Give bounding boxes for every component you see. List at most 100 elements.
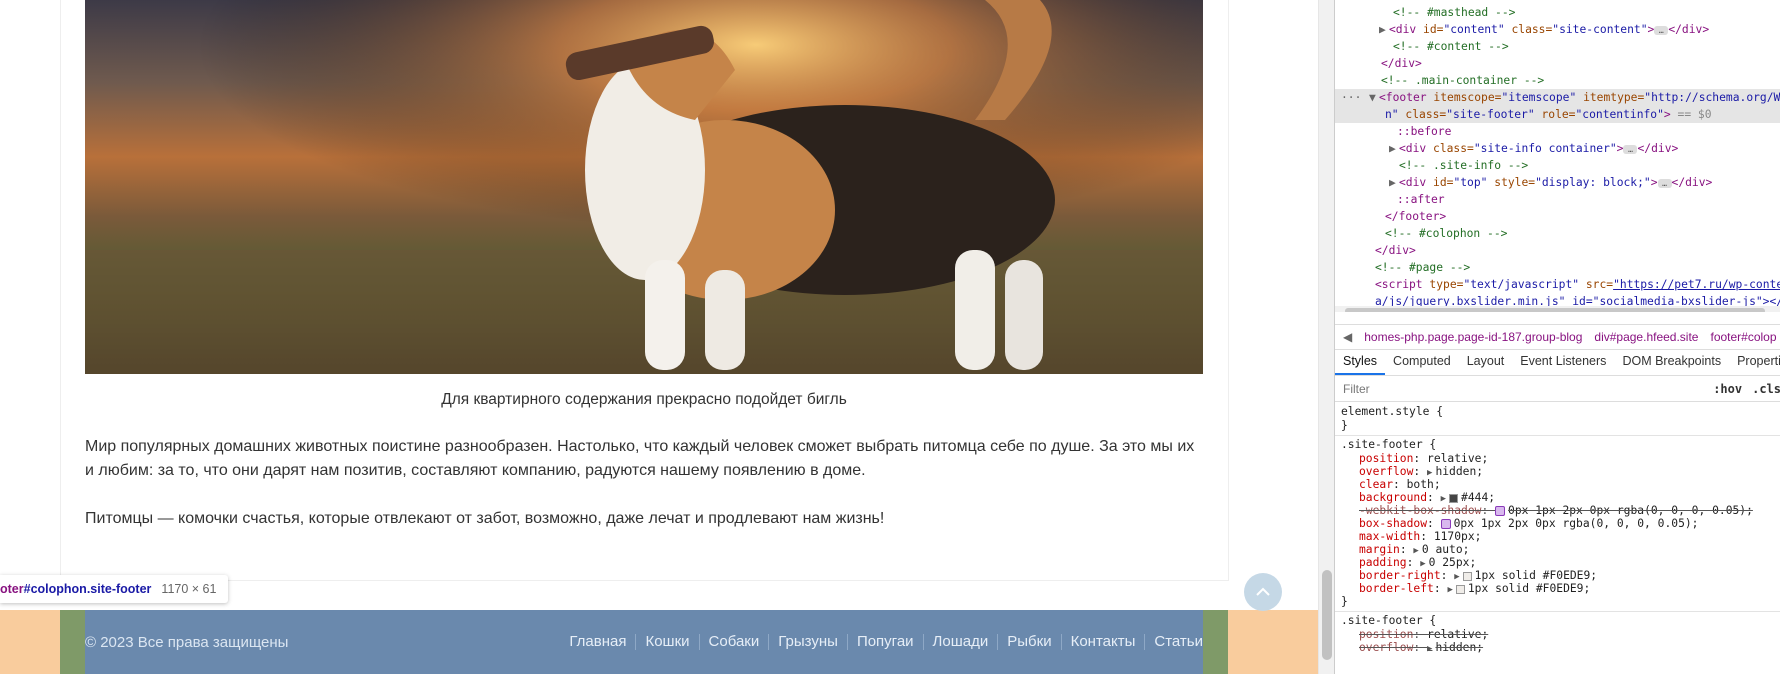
scroll-to-top-button[interactable] [1244,573,1282,611]
dom-node[interactable]: <!-- #masthead --> [1393,4,1515,21]
ellipsis-icon[interactable]: … [1654,25,1669,35]
dom-node[interactable]: <script type="text/javascript" src="http… [1375,276,1780,293]
site-footer: © 2023 Все права защищены Главная Кошки … [85,610,1203,674]
color-swatch-icon[interactable] [1449,493,1459,503]
breadcrumb-item[interactable]: homes-php.page.page-id-187.group-blog [1358,330,1588,344]
css-declaration[interactable]: position: relative; [1341,452,1488,466]
dom-node-selected[interactable]: ··· ▼ <footer itemscope="itemscope" itemty… [1335,89,1780,106]
ellipsis-icon[interactable]: … [1657,178,1672,188]
dom-tag: <div [1399,142,1427,155]
site-footer-selector-2[interactable]: .site-footer { [1341,614,1436,628]
dom-node[interactable]: ::after [1397,191,1445,208]
breadcrumb-left-arrow-icon[interactable]: ◀ [1335,330,1358,344]
dom-node[interactable]: <!-- .main-container --> [1381,72,1544,89]
tab-styles[interactable]: Styles [1335,350,1386,375]
page-scrollbar[interactable] [1318,0,1334,674]
dom-comment: <!-- .site-info --> [1399,159,1529,172]
css-prop: clear [1359,478,1394,491]
dom-node[interactable]: ::before [1397,123,1451,140]
tab-computed[interactable]: Computed [1385,350,1459,375]
dom-node[interactable]: </div> [1375,242,1416,259]
article-paragraph-2: Питомцы — комочки счастья, которые отвле… [85,510,885,527]
dom-node-selected-cont[interactable]: n" class="site-footer" role="contentinfo… [1335,106,1780,123]
footer-link-rodents[interactable]: Грызуны [768,634,847,650]
styles-filter-input[interactable]: Filter [1335,382,1713,396]
dom-node[interactable]: ▶ <div class="site-info container">… </div… [1389,140,1678,157]
element-style-selector[interactable]: element.style { [1341,405,1443,419]
breadcrumb-item[interactable]: div#page.hfeed.site [1588,330,1704,344]
css-declaration-overridden[interactable]: position: relative; [1341,628,1488,642]
css-declaration[interactable]: overflow: ▶ hidden; [1341,465,1483,479]
expand-triangle-icon[interactable]: ▶ [1447,585,1452,595]
footer-link-articles[interactable]: Статьи [1144,634,1203,650]
css-declaration[interactable]: box-shadow: 0px 1px 2px 0px rgba(0, 0, 0… [1341,517,1698,531]
dom-node[interactable]: ▶ <div id="top" style="display: block;">…… [1389,174,1712,191]
tab-event-listeners[interactable]: Event Listeners [1512,350,1614,375]
expand-triangle-icon[interactable]: ▶ [1454,572,1459,582]
expand-triangle-icon[interactable]: ▶ [1389,140,1399,157]
expand-triangle-icon[interactable]: ▶ [1427,644,1432,654]
page-viewport: Для квартирного содержания прекрасно под… [0,0,1318,674]
footer-link-horses[interactable]: Лошади [922,634,998,650]
shadow-editor-icon[interactable] [1440,519,1451,529]
breadcrumb-item-active[interactable]: footer#colop [1704,330,1780,344]
expand-triangle-icon[interactable]: ▶ [1413,546,1418,556]
footer-link-cats[interactable]: Кошки [635,634,698,650]
css-declaration[interactable]: max-width: 1170px; [1341,530,1481,544]
expand-triangle-icon[interactable]: ▶ [1441,494,1446,504]
css-declaration[interactable]: border-right: ▶ 1px solid #F0EDE9; [1341,569,1597,583]
dom-node[interactable]: </div> [1381,55,1422,72]
page-scrollbar-thumb[interactable] [1322,570,1332,660]
styles-pane: element.style { } .site-footer { positio… [1335,402,1780,674]
elements-hscrollbar-thumb[interactable] [1345,308,1765,312]
dom-node[interactable]: ▶ <div id="content" class="site-content">… [1379,21,1709,38]
dom-tag: > [1650,176,1658,189]
styles-panel-tabs: Styles Computed Layout Event Listeners D… [1335,350,1780,376]
dom-node[interactable]: <!-- #page --> [1375,259,1470,276]
tab-properties[interactable]: Properti [1729,350,1780,375]
hov-toggle[interactable]: :hov [1713,382,1752,396]
more-dots-icon[interactable]: ··· [1335,89,1369,106]
dom-tag: </footer> [1385,210,1447,223]
tooltip-class: .site-footer [86,582,152,596]
expand-triangle-icon[interactable]: ▶ [1389,174,1399,191]
footer-link-parrots[interactable]: Попугаи [846,634,923,650]
dom-node[interactable]: <!-- #content --> [1393,38,1509,55]
collapse-triangle-icon[interactable]: ▼ [1369,89,1379,106]
expand-triangle-icon[interactable]: ▶ [1420,559,1425,569]
margin-overlay-left [0,610,60,674]
beagle-illustration [85,0,1203,374]
expand-triangle-icon[interactable]: ▶ [1427,468,1432,478]
elements-hscrollbar[interactable] [1335,306,1780,312]
css-declaration-overridden[interactable]: -webkit-box-shadow: 0px 1px 2px 0px rgba… [1341,504,1753,518]
tab-layout[interactable]: Layout [1459,350,1513,375]
css-declaration[interactable]: background: ▶ #444; [1341,491,1495,505]
tab-dom-breakpoints[interactable]: DOM Breakpoints [1614,350,1729,375]
dom-tag: </div> [1668,23,1710,36]
css-declaration-overridden[interactable]: overflow: ▶ hidden; [1341,641,1483,655]
footer-menu: Главная Кошки Собаки Грызуны Попугаи Лош… [560,634,1203,650]
dom-attr-value: "itemscope" [1501,91,1577,104]
shadow-editor-icon[interactable] [1495,506,1506,516]
breadcrumb-tag: footer [1710,330,1742,344]
site-footer-selector[interactable]: .site-footer { [1341,438,1436,452]
dom-node[interactable]: </footer> [1385,208,1446,225]
expand-triangle-icon[interactable]: ▶ [1379,21,1389,38]
footer-link-dogs[interactable]: Собаки [698,634,769,650]
copyright-text: © 2023 Все права защищены [85,633,289,651]
cls-toggle[interactable]: .cls [1752,382,1780,396]
footer-link-home[interactable]: Главная [560,634,635,650]
css-declaration[interactable]: padding: ▶ 0 25px; [1341,556,1476,570]
footer-link-contacts[interactable]: Контакты [1060,634,1145,650]
dom-tag: <footer [1379,91,1427,104]
dom-node[interactable]: <!-- #colophon --> [1385,225,1507,242]
ellipsis-icon[interactable]: … [1623,144,1638,154]
css-declaration[interactable]: clear: both; [1341,478,1441,492]
css-declaration[interactable]: margin: ▶ 0 auto; [1341,543,1469,557]
color-swatch-icon[interactable] [1462,571,1472,581]
color-swatch-icon[interactable] [1455,584,1465,594]
footer-link-fish[interactable]: Рыбки [997,634,1060,650]
dom-link[interactable]: "https://pet7.ru/wp-content [1613,278,1780,291]
dom-node[interactable]: <!-- .site-info --> [1399,157,1528,174]
css-declaration[interactable]: border-left: ▶ 1px solid #F0EDE9; [1341,582,1590,596]
